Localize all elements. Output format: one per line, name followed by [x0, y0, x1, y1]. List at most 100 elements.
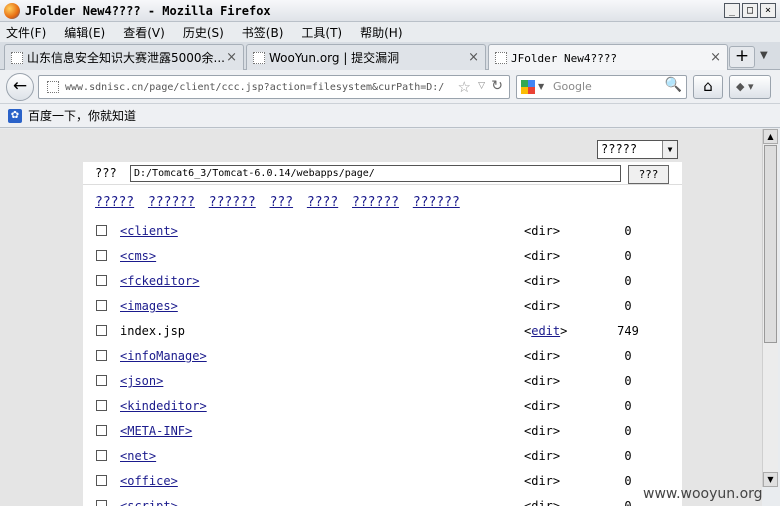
menu-bookmarks[interactable]: 书签(B): [242, 24, 284, 41]
file-checkbox[interactable]: [96, 400, 107, 411]
scrollbar-thumb[interactable]: [764, 145, 777, 343]
action-link-3[interactable]: ??????: [209, 195, 256, 210]
file-row: <kindeditor> <dir> 0: [83, 397, 682, 422]
tab-bar: 山东信息安全知识大赛泄露5000余... × WooYun.org | 提交漏洞…: [0, 42, 780, 71]
page-identity-icon: [47, 81, 59, 93]
menu-tools[interactable]: 工具(T): [301, 24, 342, 41]
bookmark-star-icon[interactable]: ☆: [458, 78, 471, 96]
search-input[interactable]: Google: [553, 80, 592, 93]
home-button[interactable]: ⌂: [693, 75, 723, 99]
path-row: ??? D:/Tomcat6_3/Tomcat-6.0.14/webapps/p…: [83, 162, 682, 185]
close-tab-icon[interactable]: ×: [468, 50, 479, 65]
folder-link[interactable]: <META-INF>: [120, 424, 192, 438]
file-size: 0: [624, 249, 632, 263]
addon-button[interactable]: ◆ ▾: [729, 75, 771, 99]
window-title: JFolder New4???? - Mozilla Firefox: [25, 3, 271, 18]
file-type: <dir>: [524, 249, 561, 263]
action-link-4[interactable]: ???: [270, 195, 293, 210]
scroll-up-icon[interactable]: ▲: [763, 129, 778, 144]
menu-help[interactable]: 帮助(H): [360, 24, 402, 41]
file-type: <dir>: [524, 449, 561, 463]
file-checkbox[interactable]: [96, 450, 107, 461]
file-size: 0: [624, 449, 632, 463]
file-checkbox[interactable]: [96, 350, 107, 361]
file-size: 749: [617, 324, 639, 338]
file-size: 0: [624, 474, 632, 488]
folder-link[interactable]: <kindeditor>: [120, 399, 207, 413]
folder-link[interactable]: <net>: [120, 449, 156, 463]
file-row: <cms> <dir> 0: [83, 247, 682, 272]
file-checkbox[interactable]: [96, 375, 107, 386]
url-text[interactable]: www.sdnisc.cn/page/client/ccc.jsp?action…: [65, 82, 445, 93]
action-links: ????? ?????? ?????? ??? ???? ?????? ????…: [95, 195, 466, 210]
folder-link[interactable]: <client>: [120, 224, 178, 238]
folder-link[interactable]: <cms>: [120, 249, 156, 263]
file-checkbox[interactable]: [96, 475, 107, 486]
file-type: <dir>: [524, 499, 561, 506]
back-button[interactable]: ←: [6, 73, 34, 101]
tab-sdnisc[interactable]: 山东信息安全知识大赛泄露5000余... ×: [4, 44, 244, 70]
folder-link[interactable]: <office>: [120, 474, 178, 488]
close-tab-icon[interactable]: ×: [710, 50, 721, 65]
page-icon: [11, 51, 23, 64]
chevron-down-icon[interactable]: ▼: [662, 141, 677, 158]
folder-link[interactable]: <infoManage>: [120, 349, 207, 363]
file-checkbox[interactable]: [96, 500, 107, 506]
file-row: <fckeditor> <dir> 0: [83, 272, 682, 297]
file-checkbox[interactable]: [96, 300, 107, 311]
search-engine-dropdown-icon[interactable]: ▼: [538, 82, 544, 91]
action-link-2[interactable]: ??????: [148, 195, 195, 210]
action-link-6[interactable]: ??????: [352, 195, 399, 210]
file-checkbox[interactable]: [96, 225, 107, 236]
action-link-7[interactable]: ??????: [413, 195, 460, 210]
select-value: ?????: [601, 142, 638, 156]
tab-list-dropdown-icon[interactable]: ▼: [760, 50, 768, 61]
watermark: www.wooyun.org: [643, 486, 763, 502]
file-checkbox[interactable]: [96, 425, 107, 436]
file-size: 0: [624, 274, 632, 288]
folder-link[interactable]: <fckeditor>: [120, 274, 199, 288]
action-link-5[interactable]: ????: [307, 195, 338, 210]
url-bar[interactable]: www.sdnisc.cn/page/client/ccc.jsp?action…: [38, 75, 510, 99]
tab-jfolder[interactable]: JFolder New4???? ×: [488, 44, 728, 71]
close-tab-icon[interactable]: ×: [226, 50, 237, 65]
file-row: <script> <dir> 0: [83, 497, 682, 506]
edit-link[interactable]: edit: [531, 324, 560, 338]
action-select[interactable]: ????? ▼: [597, 140, 678, 159]
path-label: ???: [95, 166, 117, 180]
file-size: 0: [624, 224, 632, 238]
folder-link[interactable]: <json>: [120, 374, 163, 388]
file-type: <dir>: [524, 224, 561, 238]
folder-link[interactable]: <script>: [120, 499, 178, 506]
url-history-dropdown-icon[interactable]: ▽: [478, 81, 485, 91]
go-button[interactable]: ???: [628, 165, 669, 184]
tab-wooyun[interactable]: WooYun.org | 提交漏洞 ×: [246, 44, 486, 70]
menu-view[interactable]: 查看(V): [123, 24, 165, 41]
menu-history[interactable]: 历史(S): [183, 24, 224, 41]
vertical-scrollbar[interactable]: ▲ ▼: [762, 129, 778, 487]
menu-file[interactable]: 文件(F): [6, 24, 46, 41]
scroll-down-icon[interactable]: ▼: [763, 472, 778, 487]
minimize-button[interactable]: _: [724, 3, 740, 18]
page-icon: [495, 52, 507, 64]
close-window-button[interactable]: ×: [760, 3, 776, 18]
file-row: <net> <dir> 0: [83, 447, 682, 472]
file-checkbox[interactable]: [96, 325, 107, 336]
action-link-1[interactable]: ?????: [95, 195, 134, 210]
search-engine-icon[interactable]: [521, 80, 535, 94]
file-name: index.jsp: [120, 324, 186, 338]
search-icon[interactable]: 🔍: [665, 77, 682, 93]
file-type: <dir>: [524, 424, 561, 438]
menu-edit[interactable]: 编辑(E): [64, 24, 105, 41]
new-tab-button[interactable]: +: [729, 46, 755, 68]
search-box[interactable]: ▼ Google 🔍: [516, 75, 687, 99]
file-row: <client> <dir> 0: [83, 222, 682, 247]
bookmark-baidu[interactable]: 百度一下，你就知道: [28, 107, 136, 124]
folder-link[interactable]: <images>: [120, 299, 178, 313]
path-input[interactable]: D:/Tomcat6_3/Tomcat-6.0.14/webapps/page/: [130, 165, 621, 182]
file-checkbox[interactable]: [96, 275, 107, 286]
file-type: <edit>: [524, 324, 568, 338]
file-checkbox[interactable]: [96, 250, 107, 261]
maximize-button[interactable]: □: [742, 3, 758, 18]
reload-icon[interactable]: ↻: [491, 78, 503, 94]
